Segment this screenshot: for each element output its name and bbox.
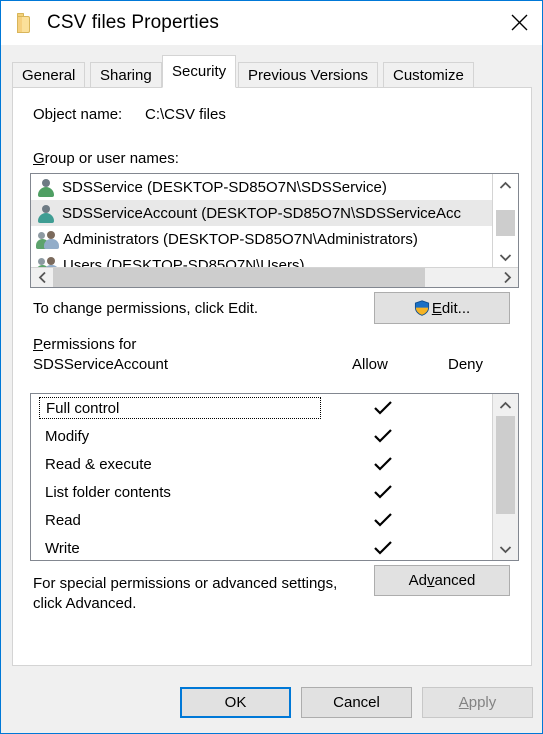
deny-column-header: Deny: [448, 356, 484, 373]
tab-customize[interactable]: Customize: [383, 62, 474, 88]
cancel-button[interactable]: Cancel: [301, 687, 412, 718]
tab-label: General: [22, 67, 76, 84]
apply-button: Apply: [422, 687, 533, 718]
chevron-down-icon[interactable]: [493, 538, 518, 560]
tab-previous-versions[interactable]: Previous Versions: [238, 62, 379, 88]
chevron-up-icon[interactable]: [493, 394, 518, 416]
chevron-up-icon[interactable]: [493, 174, 518, 196]
tab-strip: General Sharing Security Previous Versio…: [12, 55, 532, 88]
group-or-user-names-list[interactable]: SDSService (DESKTOP-SD85O7N\SDSService) …: [30, 173, 519, 288]
user-icon: [37, 178, 55, 197]
edit-button-label: Edit...: [431, 299, 471, 317]
tab-security[interactable]: Security: [162, 55, 237, 88]
permission-name: Modify: [45, 427, 90, 445]
scrollbar-thumb[interactable]: [496, 210, 515, 236]
special-permissions-text-line2: click Advanced.: [33, 595, 137, 612]
special-permissions-text-line1: For special permissions or advanced sett…: [33, 575, 338, 592]
group-list-rows: SDSService (DESKTOP-SD85O7N\SDSService) …: [31, 174, 492, 268]
allow-checkmark-icon[interactable]: [353, 478, 413, 506]
permissions-for-label: Permissions for: [33, 336, 137, 353]
allow-checkmark-icon[interactable]: [353, 394, 413, 422]
scrollbar-thumb[interactable]: [53, 268, 425, 287]
list-item[interactable]: SDSServiceAccount (DESKTOP-SD85O7N\SDSSe…: [31, 200, 492, 226]
chevron-down-icon[interactable]: [493, 246, 518, 268]
permission-name: Read: [45, 511, 81, 529]
security-tab-panel: Object name: C:\CSV files Group or user …: [12, 87, 532, 666]
dialog-footer: OK Cancel Apply: [1, 666, 542, 733]
permissions-vertical-scrollbar[interactable]: [492, 394, 518, 560]
tab-sharing[interactable]: Sharing: [90, 62, 162, 88]
allow-checkmark-icon[interactable]: [353, 534, 413, 560]
tab-label: Security: [172, 63, 227, 80]
close-icon[interactable]: [496, 1, 542, 44]
table-row[interactable]: Write: [31, 534, 492, 560]
object-name-value: C:\CSV files: [145, 106, 226, 123]
title-bar: CSV files Properties: [1, 1, 542, 45]
table-row[interactable]: Read: [31, 506, 492, 534]
group-or-user-names-label: Group or user names:: [33, 150, 179, 167]
chevron-right-icon[interactable]: [496, 268, 518, 287]
table-row[interactable]: Read & execute: [31, 450, 492, 478]
edit-button[interactable]: Edit...: [374, 292, 510, 324]
properties-dialog: CSV files Properties General Sharing Sec…: [0, 0, 543, 734]
table-row[interactable]: List folder contents: [31, 478, 492, 506]
permission-name: Read & execute: [45, 455, 152, 473]
tab-label: Previous Versions: [248, 67, 369, 84]
change-permissions-text: To change permissions, click Edit.: [33, 300, 259, 317]
table-row[interactable]: Modify: [31, 422, 492, 450]
group-list-vertical-scrollbar[interactable]: [492, 174, 518, 268]
list-item-label: Administrators (DESKTOP-SD85O7N\Administ…: [63, 230, 418, 248]
list-item[interactable]: Users (DESKTOP-SD85O7N\Users): [31, 252, 492, 268]
list-item[interactable]: Administrators (DESKTOP-SD85O7N\Administ…: [31, 226, 492, 252]
chevron-left-icon[interactable]: [31, 268, 53, 287]
list-item-label: SDSServiceAccount (DESKTOP-SD85O7N\SDSSe…: [62, 204, 462, 222]
permissions-list[interactable]: Full control Modify Read & execute List …: [30, 393, 519, 561]
apply-button-label: Apply: [458, 694, 497, 711]
group-icon: [36, 230, 59, 249]
list-item[interactable]: SDSService (DESKTOP-SD85O7N\SDSService): [31, 174, 492, 200]
tab-label: Sharing: [100, 67, 152, 84]
allow-checkmark-icon[interactable]: [353, 450, 413, 478]
permission-name: List folder contents: [45, 483, 171, 501]
list-item-label: SDSService (DESKTOP-SD85O7N\SDSService): [62, 178, 387, 196]
tab-label: Customize: [393, 67, 464, 84]
window-title: CSV files Properties: [47, 12, 220, 33]
permissions-for-value: SDSServiceAccount: [33, 356, 169, 373]
allow-checkmark-icon[interactable]: [353, 506, 413, 534]
allow-checkmark-icon[interactable]: [353, 422, 413, 450]
uac-shield-icon: [414, 300, 430, 316]
group-list-horizontal-scrollbar[interactable]: [31, 267, 518, 287]
folder-icon: [17, 13, 34, 33]
permission-name: Full control: [39, 397, 321, 419]
ok-button-label: OK: [224, 694, 247, 711]
cancel-button-label: Cancel: [333, 694, 380, 711]
permission-rows: Full control Modify Read & execute List …: [31, 394, 492, 560]
ok-button[interactable]: OK: [180, 687, 291, 718]
tab-general[interactable]: General: [12, 62, 86, 88]
permission-name: Write: [45, 539, 80, 557]
user-icon: [37, 204, 55, 223]
advanced-button[interactable]: Advanced: [374, 565, 510, 596]
object-name-label: Object name:: [33, 106, 123, 123]
advanced-button-label: Advanced: [408, 572, 476, 589]
scrollbar-thumb[interactable]: [496, 416, 515, 514]
table-row[interactable]: Full control: [31, 394, 492, 422]
allow-column-header: Allow: [352, 356, 388, 373]
